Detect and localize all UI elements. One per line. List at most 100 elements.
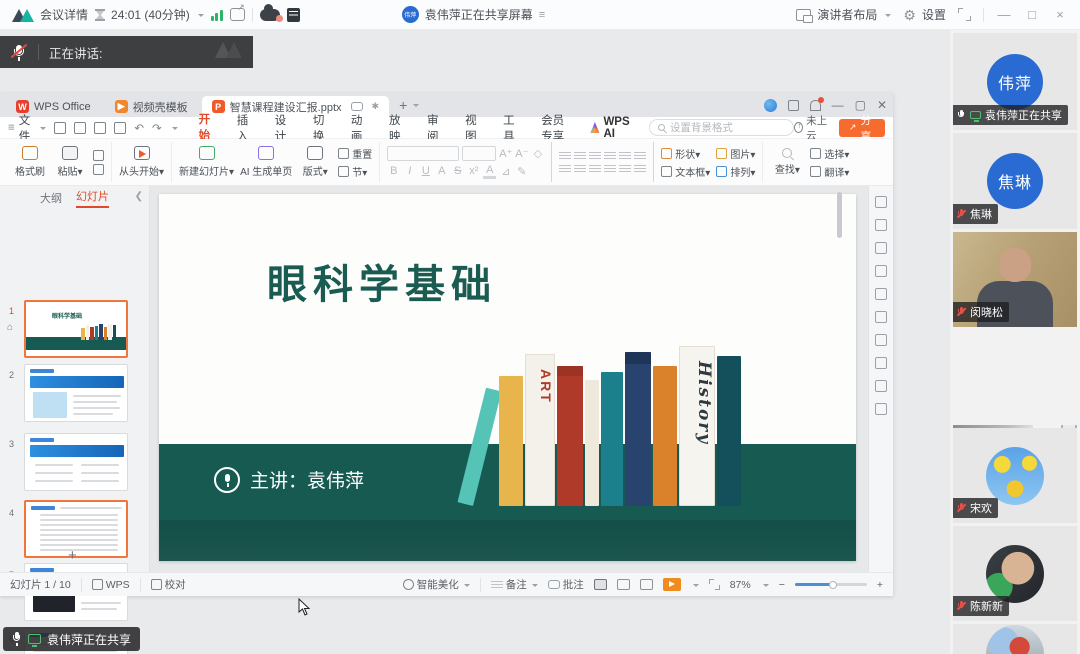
paste-button[interactable]: 粘贴▾ [53, 146, 87, 178]
number-list-icon[interactable] [574, 151, 586, 161]
highlight-button[interactable]: ⊿ [499, 165, 512, 178]
participant-tile-yuanweiping[interactable]: 伟萍 袁伟萍正在共享 [953, 33, 1077, 130]
meeting-info-button[interactable]: 会议详情 [12, 6, 88, 23]
properties-panel-icon[interactable] [875, 196, 887, 208]
slide-1[interactable]: 眼科学基础 主讲：袁伟萍 ART [159, 194, 856, 561]
close-button[interactable]: × [1052, 7, 1068, 22]
font-name-select[interactable] [387, 146, 459, 161]
search-input[interactable]: 设置背景格式 [649, 119, 794, 136]
selection-panel-icon[interactable] [875, 265, 887, 277]
align-left-icon[interactable] [559, 164, 571, 174]
wps-close-button[interactable]: ✕ [877, 98, 887, 112]
reading-view-button[interactable] [640, 579, 653, 590]
chart-panel-icon[interactable] [875, 311, 887, 323]
font-color-button[interactable]: A [483, 164, 496, 179]
participant-tile-jiaolin[interactable]: 焦琳 焦琳 [953, 133, 1077, 229]
participant-tile-songhuan[interactable]: 宋欢 [953, 428, 1077, 523]
cloud-sync-icon[interactable] [114, 122, 126, 134]
meeting-timer[interactable]: 24:01 (40分钟) [95, 6, 204, 23]
menu-icon[interactable]: ≡ [539, 9, 545, 21]
save-icon[interactable] [54, 122, 66, 134]
superscript-button[interactable]: x² [467, 165, 480, 177]
copy-icon[interactable] [93, 164, 104, 175]
cloud-upload-status[interactable]: 未上云 [794, 113, 829, 143]
pictures-button[interactable]: 图片▾ [716, 146, 755, 161]
zoom-slider[interactable] [795, 583, 867, 586]
slide-sorter-view-button[interactable] [617, 579, 630, 590]
find-button[interactable]: 查找▾ [770, 148, 804, 176]
shadow-button[interactable]: A [435, 165, 448, 177]
select-button[interactable]: 选择▾ [810, 146, 849, 161]
zoom-value[interactable]: 87% [730, 579, 751, 591]
text-direction-icon[interactable] [619, 151, 631, 161]
wps-minimize-button[interactable]: — [832, 98, 844, 112]
strikethrough-button[interactable]: S [451, 165, 464, 177]
add-slide-button[interactable]: + [68, 547, 77, 564]
undo-icon[interactable]: ↶ [134, 121, 144, 135]
reset-button[interactable]: 重置 [338, 146, 372, 161]
smart-beautify-button[interactable]: 智能美化 [403, 577, 470, 592]
zoom-in-button[interactable]: + [877, 579, 883, 591]
play-options-chevron-icon[interactable] [693, 584, 699, 590]
increase-indent-icon[interactable] [604, 151, 616, 161]
print-preview-icon[interactable] [74, 122, 86, 134]
layout-switch-button[interactable]: 演讲者布局 [796, 6, 891, 23]
arrange-button[interactable]: 排列▾ [716, 164, 755, 179]
comment-button[interactable]: 批注 [548, 577, 584, 592]
underline-button[interactable]: U [419, 165, 432, 177]
wps-assistant-button[interactable]: WPS [92, 579, 130, 591]
bullet-list-icon[interactable] [559, 151, 571, 161]
slideshow-play-button[interactable] [663, 578, 681, 591]
zoom-out-button[interactable]: − [779, 579, 785, 591]
section-button[interactable]: 节▾ [338, 164, 372, 179]
canvas-scrollbar[interactable] [837, 192, 842, 238]
notes-button[interactable]: 备注 [491, 577, 538, 592]
wps-maximize-button[interactable]: ▢ [855, 98, 866, 112]
shapes-button[interactable]: 形状▾ [661, 146, 710, 161]
network-signal-icon[interactable] [211, 9, 223, 21]
settings-button[interactable]: ⚙ 设置 [903, 6, 946, 23]
minimize-button[interactable]: — [996, 7, 1012, 22]
collapse-panel-icon[interactable]: ❮ [135, 191, 143, 202]
ai-generate-page-button[interactable]: AI 生成单页 [240, 146, 292, 178]
more-chevron-icon[interactable] [172, 127, 178, 133]
design-panel-icon[interactable] [875, 242, 887, 254]
zoom-slider-knob[interactable] [829, 581, 837, 589]
normal-view-button[interactable] [594, 579, 607, 590]
translate-button[interactable]: 翻译▾ [810, 164, 849, 179]
tab-slides[interactable]: 幻灯片 [76, 188, 109, 208]
document-icon[interactable] [287, 8, 300, 22]
align-right-icon[interactable] [589, 164, 601, 174]
clear-format-icon[interactable]: ◇ [531, 147, 544, 160]
help-panel-icon[interactable] [875, 380, 887, 392]
fit-window-icon[interactable] [709, 579, 720, 590]
textbox-button[interactable]: 文本框▾ [661, 164, 710, 179]
print-icon[interactable] [94, 122, 106, 134]
comment-panel-icon[interactable] [875, 357, 887, 369]
play-from-start-button[interactable]: 从头开始▾ [119, 146, 164, 178]
share-screen-icon[interactable] [230, 8, 245, 21]
participant-tile-minxiaosong[interactable]: 闵晓松 [953, 232, 1077, 327]
align-center-icon[interactable] [574, 164, 586, 174]
cut-icon[interactable] [93, 150, 104, 161]
proofread-button[interactable]: 校对 [151, 577, 186, 592]
slide-thumbnail-3[interactable] [24, 433, 128, 491]
new-slide-button[interactable]: 新建幻灯片▾ [179, 146, 234, 178]
line-spacing-icon[interactable] [634, 151, 646, 161]
text-effect-button[interactable]: ✎ [515, 165, 528, 178]
layout-button[interactable]: 版式▾ [298, 146, 332, 178]
notification-bell-icon[interactable] [810, 100, 821, 111]
material-panel-icon[interactable] [875, 288, 887, 300]
cloud-recording-icon[interactable] [260, 9, 280, 21]
bold-button[interactable]: B [387, 165, 400, 177]
animation-panel-icon[interactable] [875, 219, 887, 231]
wps-ai-button[interactable]: WPS AI [590, 116, 637, 140]
slide-thumbnail-1[interactable]: 眼科学基础 [24, 300, 128, 358]
format-painter-button[interactable]: 格式刷 [13, 146, 47, 178]
slide-thumbnail-2[interactable] [24, 364, 128, 422]
fullscreen-icon[interactable] [958, 8, 971, 21]
distribute-icon[interactable] [619, 164, 631, 174]
notes-panel-icon[interactable] [875, 334, 887, 346]
font-size-select[interactable] [462, 146, 496, 161]
mic-muted-icon[interactable] [10, 43, 28, 61]
